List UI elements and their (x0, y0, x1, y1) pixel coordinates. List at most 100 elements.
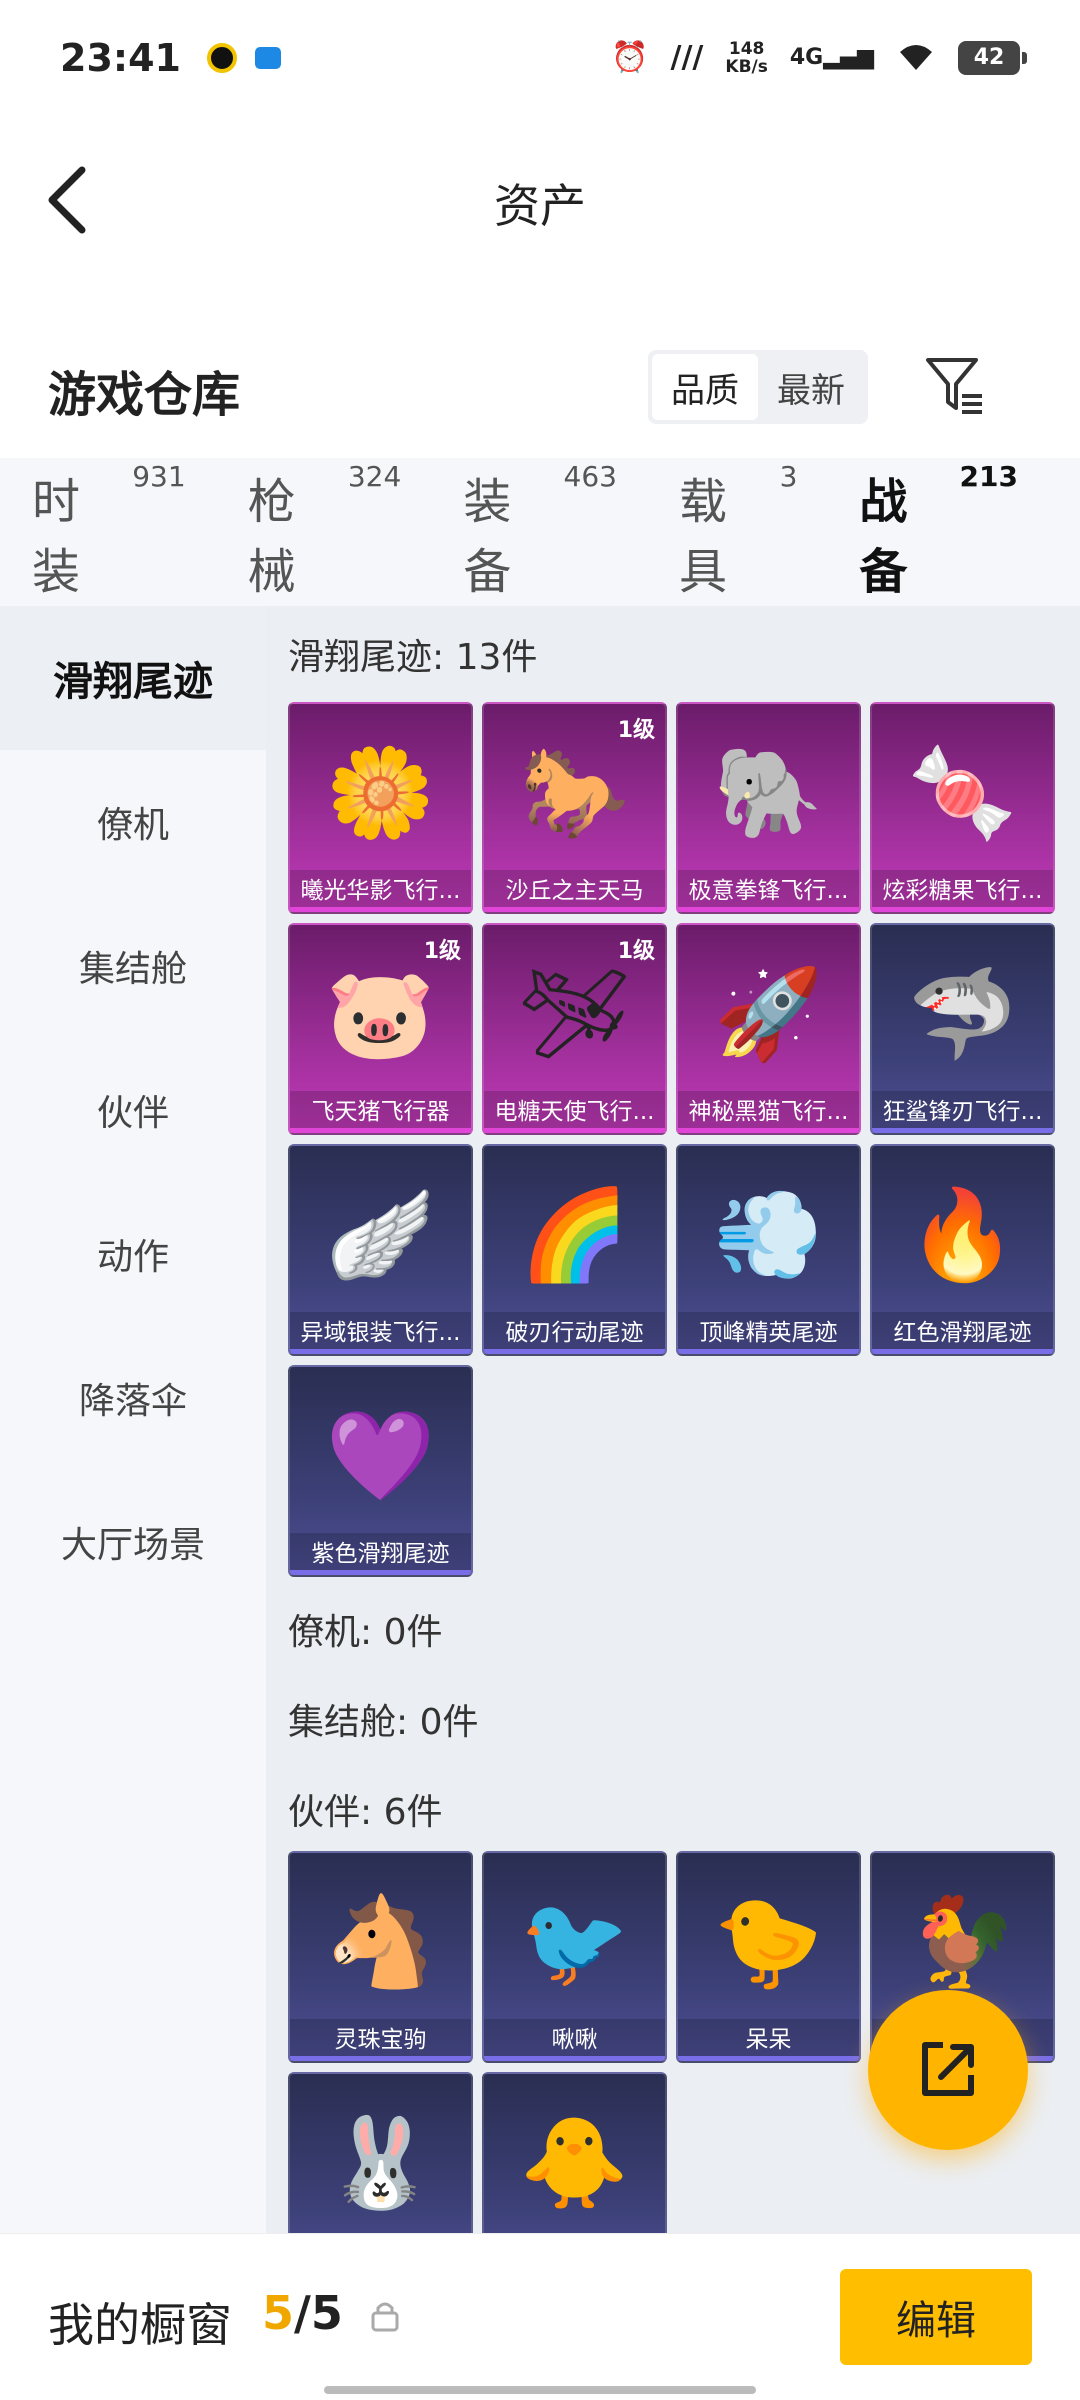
item-name: 红色滑翔尾迹 (872, 1312, 1053, 1354)
tab-label: 时装 (32, 474, 81, 600)
tab-label: 载具 (678, 474, 727, 600)
subnav-item-parachute[interactable]: 降落伞 (0, 1326, 266, 1470)
subnav-item-glide-trail[interactable]: 滑翔尾迹 (0, 606, 266, 750)
item-name: 曦光华影飞行... (290, 870, 471, 912)
item-name: 顶峰精英尾迹 (678, 1312, 859, 1354)
item-card[interactable]: 🌼 曦光华影飞行... (288, 702, 473, 914)
candy-icon: 🍬 (907, 741, 1018, 844)
item-card[interactable]: 🚀 神秘黑猫飞行... (676, 923, 861, 1135)
cellular-signal-icon: 4G▂▄▆ (789, 45, 874, 70)
battery-icon: 42 (958, 40, 1027, 75)
sort-latest-button[interactable]: 最新 (758, 354, 864, 420)
filter-button[interactable] (920, 350, 990, 420)
item-name: 紫色滑翔尾迹 (290, 1533, 471, 1575)
item-card[interactable]: 1级 🐷 飞天猪飞行器 (288, 923, 473, 1135)
item-card[interactable]: 🔥 红色滑翔尾迹 (870, 1144, 1055, 1356)
item-card[interactable]: 🌈 破刃行动尾迹 (482, 1144, 667, 1356)
tab-vehicles[interactable]: 载具 3 (678, 460, 798, 602)
subnav-item-wingman[interactable]: 僚机 (0, 750, 266, 894)
pegasus-icon: 🐎 (519, 741, 630, 844)
warehouse-header: 游戏仓库 品质 最新 (0, 330, 1080, 445)
item-card[interactable]: 🐘 极意拳锋飞行... (676, 702, 861, 914)
section-title-partner: 伙伴: 6件 (288, 1792, 443, 1833)
red-trail-icon: 🔥 (907, 1183, 1018, 1286)
header: 资产 (0, 115, 1080, 280)
sort-quality-button[interactable]: 品质 (652, 354, 758, 420)
item-name: 飞天猪飞行器 (290, 1091, 471, 1133)
category-tabs: 时装 931 枪械 324 装备 463 载具 3 战备 213 (0, 458, 1080, 632)
item-name: 炫彩糖果飞行... (872, 870, 1053, 912)
tab-battle-gear[interactable]: 战备 213 (859, 460, 1018, 632)
status-time: 23:41 (60, 35, 181, 80)
status-bar: 23:41 ⏰ /// 148 KB/s 4G▂▄▆ 42 (0, 0, 1080, 115)
wifi-icon (896, 40, 936, 76)
item-card[interactable]: 💜 紫色滑翔尾迹 (288, 1365, 473, 1577)
item-card[interactable]: 🐴 灵珠宝驹 (288, 1851, 473, 2063)
flower-icon: 🌼 (325, 741, 436, 844)
item-card[interactable]: 1级 🛩 电糖天使飞行... (482, 923, 667, 1135)
speed-unit: KB/s (725, 56, 768, 77)
item-card[interactable]: 🍬 炫彩糖果飞行... (870, 702, 1055, 914)
item-card[interactable]: 🐤 呆呆 (676, 1851, 861, 2063)
item-card[interactable]: 🐥 (482, 2072, 667, 2233)
item-name: 神秘黑猫飞行... (678, 1091, 859, 1133)
item-card[interactable]: 🪽 异域银装飞行... (288, 1144, 473, 1356)
tab-count: 213 (959, 460, 1018, 493)
tab-count: 324 (347, 460, 402, 493)
wing-glider-icon: 🪽 (325, 1183, 436, 1286)
nfc-icon: /// (670, 40, 704, 75)
helmet-chick-icon: 🐥 (519, 2111, 630, 2214)
item-name: 异域银装飞行... (290, 1312, 471, 1354)
item-card[interactable]: 🦈 狂鲨锋刃飞行... (870, 923, 1055, 1135)
item-name: 极意拳锋飞行... (678, 870, 859, 912)
subnav-item-lobby-scene[interactable]: 大厅场景 (0, 1470, 266, 1614)
item-name: 破刃行动尾迹 (484, 1312, 665, 1354)
rabbit-icon: 🐰 (325, 2111, 436, 2214)
section-title-capsule: 集结舱: 0件 (288, 1702, 479, 1743)
rainbow-trail-icon: 🌈 (519, 1183, 630, 1286)
edit-button[interactable]: 编辑 (840, 2269, 1032, 2365)
home-indicator[interactable] (324, 2386, 756, 2394)
tab-count: 463 (563, 460, 617, 493)
page-title: 资产 (494, 179, 586, 233)
share-button[interactable] (868, 1990, 1028, 2150)
showcase-current: 5 (262, 2286, 295, 2340)
glide-grid: 🌼 曦光华影飞行... 1级 🐎 沙丘之主天马 🐘 极意拳锋飞行... 🍬 炫彩… (266, 702, 1080, 1577)
pink-bird-icon: 🐦 (519, 1890, 630, 1993)
jet-icon: 🛩 (518, 962, 631, 1065)
showcase-separator: / (294, 2286, 311, 2340)
tab-count: 931 (132, 460, 186, 493)
item-list: 滑翔尾迹: 13件 🌼 曦光华影飞行... 1级 🐎 沙丘之主天马 🐘 极意拳锋… (266, 606, 1080, 2233)
qq-icon (206, 42, 237, 73)
item-name: 啾啾 (484, 2019, 665, 2061)
item-card[interactable]: 🐦 啾啾 (482, 1851, 667, 2063)
tab-fashion[interactable]: 时装 931 (32, 460, 186, 602)
sort-toggle: 品质 最新 (648, 350, 868, 424)
shark-icon: 🦈 (907, 962, 1018, 1065)
showcase-total: 5 (310, 2286, 343, 2340)
speed-value: 148 (728, 38, 765, 59)
item-name: 灵珠宝驹 (290, 2019, 471, 2061)
tab-guns[interactable]: 枪械 324 (248, 460, 402, 602)
subnav-item-partner[interactable]: 伙伴 (0, 1038, 266, 1182)
subcategory-nav: 滑翔尾迹 僚机 集结舱 伙伴 动作 降落伞 大厅场景 (0, 606, 266, 2233)
tab-label: 装备 (463, 474, 512, 600)
showcase-count: 5/5 (262, 2286, 343, 2340)
subnav-item-emote[interactable]: 动作 (0, 1182, 266, 1326)
item-card[interactable]: 🐰 (288, 2072, 473, 2233)
lock-icon (371, 2302, 399, 2332)
item-card[interactable]: 💨 顶峰精英尾迹 (676, 1144, 861, 1356)
status-indicators: ⏰ /// 148 KB/s 4G▂▄▆ 42 (611, 40, 1027, 76)
subnav-item-capsule[interactable]: 集结舱 (0, 894, 266, 1038)
item-name: 狂鲨锋刃飞行... (872, 1091, 1053, 1133)
network-type: 4G (789, 45, 824, 70)
section-title-wingman: 僚机: 0件 (288, 1612, 443, 1653)
tab-count: 3 (779, 460, 798, 493)
alarm-icon: ⏰ (611, 40, 649, 75)
tab-label: 战备 (859, 474, 908, 600)
tab-equipment[interactable]: 装备 463 (463, 460, 617, 602)
network-speed: 148 KB/s (725, 40, 767, 76)
item-card[interactable]: 1级 🐎 沙丘之主天马 (482, 702, 667, 914)
filter-icon (926, 358, 982, 414)
share-icon (922, 2042, 974, 2096)
